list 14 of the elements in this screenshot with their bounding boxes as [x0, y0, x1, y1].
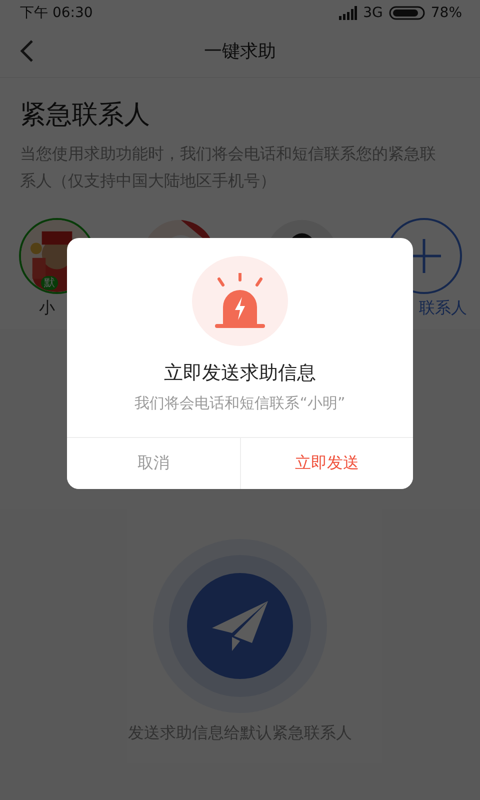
contact-name: 联系人: [418, 298, 467, 319]
page-title: 一键求助: [204, 40, 276, 63]
paper-plane-icon: [212, 601, 268, 651]
dialog-message: 我们将会电话和短信联系“小明”: [134, 394, 346, 413]
battery-icon: [388, 6, 425, 20]
send-now-button[interactable]: 立即发送: [240, 438, 413, 489]
back-icon[interactable]: [20, 39, 34, 63]
status-time: 下午 06:30: [20, 4, 93, 22]
signal-icon: [339, 6, 358, 20]
section-title: 紧急联系人: [20, 99, 151, 132]
battery-percent: 78%: [430, 4, 462, 20]
network-label: 3G: [363, 4, 383, 20]
contact-name: 小: [39, 298, 55, 319]
dialog-title: 立即发送求助信息: [164, 361, 316, 386]
